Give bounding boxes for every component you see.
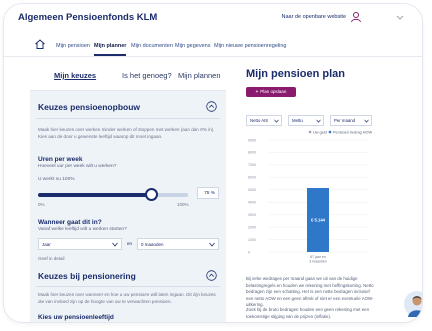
public-site-link[interactable]: Naar de openbare website <box>281 14 346 20</box>
chart-inflation-note: Zoek bij de bruto bedragen houden een ge… <box>246 307 370 319</box>
section-divider <box>36 286 220 287</box>
planner-tabs: Mijn keuzes Is het genoeg? Mijn plannen <box>30 60 226 91</box>
y-tick-label: 6000 <box>248 176 256 180</box>
y-tick-label: 1000 <box>248 238 256 242</box>
plus-icon: + <box>255 89 259 94</box>
user-icon[interactable] <box>350 11 362 23</box>
chevron-up-icon[interactable] <box>206 101 217 112</box>
select-and-label: en <box>127 241 133 246</box>
period-value: Per maand <box>334 118 356 123</box>
slider-handle[interactable] <box>144 188 158 201</box>
hours-label: Uren per week <box>38 156 83 163</box>
choices-panel: Mijn keuzes Is het genoeg? Mijn plannen … <box>30 60 226 322</box>
app-window: Algemeen Pensioenfonds KLM Naar de openb… <box>4 4 422 322</box>
y-tick-label: 2000 <box>248 225 256 229</box>
y-tick-label: 9000 <box>248 138 256 142</box>
hours-question: Hoeveel uur per week wilt u werken? <box>38 164 117 169</box>
save-plan-button[interactable]: + Plan opslaan <box>246 87 296 97</box>
home-icon[interactable] <box>34 38 46 50</box>
legend-marker <box>308 130 312 134</box>
chevron-down-icon <box>209 242 215 247</box>
start-label: Wanneer gaat dit in? <box>38 219 102 226</box>
scenario-value: Mettu <box>292 118 303 123</box>
scenario-select[interactable]: Mettu <box>288 115 324 126</box>
pension-chart-svg: Uw geld Pensioen bedrag HOW 0 1000 2000 3000 4… <box>248 130 372 264</box>
hours-percentage-field[interactable]: 75 % <box>197 187 219 199</box>
chevron-down-icon <box>316 119 321 123</box>
legend-marker <box>328 130 332 134</box>
section-description: Maak hier keuzes over werken minder werk… <box>38 127 215 139</box>
nav-item-mijn-planner[interactable]: Mijn planner <box>94 43 127 56</box>
section2-description: Maak hier keuzes over wanneer en hoe u u… <box>38 292 216 304</box>
amount-type-select[interactable]: Netto AIS <box>246 115 282 126</box>
years-select-value: Jaar <box>42 242 51 247</box>
y-tick-label: 5000 <box>248 188 256 192</box>
main-nav: Mijn pensioen Mijn planner Mijn document… <box>4 34 422 57</box>
section-title-pensioenopbouw: Keuzes pensioenopbouw <box>38 102 141 112</box>
start-question: Vanaf welke leeftijd wilt u werken start… <box>38 227 127 232</box>
tab-is-het-genoeg[interactable]: Is het genoeg? <box>122 71 172 80</box>
legend-entry: Uw geld <box>313 131 327 135</box>
detail-hint-link[interactable]: Geef in detail <box>38 256 65 261</box>
chevron-down-icon <box>274 119 279 123</box>
chart-explanation: Bij ierke wedrages per maand gaan we uit… <box>246 276 374 307</box>
slider-min-label: 0% <box>38 202 45 207</box>
section-title-pensionering: Keuzes bij pensionering <box>38 271 136 281</box>
y-tick-label: 4000 <box>248 201 256 205</box>
chevron-up-icon[interactable] <box>206 270 217 281</box>
amount-type-value: Netto AIS <box>250 118 269 123</box>
x-tick-label: 3 maanden <box>309 260 327 264</box>
years-select[interactable]: Jaar <box>38 238 122 250</box>
plan-title: Mijn pensioen plan <box>246 68 346 80</box>
chevron-down-icon <box>112 242 118 247</box>
retirement-age-label: Kies uw pensioenleeftijd <box>38 314 114 321</box>
nav-item-mijn-gegevens[interactable]: Mijn gegevens <box>175 43 210 49</box>
slider-max-label: 100% <box>177 202 189 207</box>
brand-title: Algemeen Pensioenfonds KLM <box>18 12 158 23</box>
hours-current: U werkt nu 100% <box>38 177 75 182</box>
x-tick-label: 67 jaar en <box>310 255 326 259</box>
slider-fill <box>38 193 151 197</box>
chevron-down-icon <box>364 119 369 123</box>
tab-mijn-plannen[interactable]: Mijn plannen <box>178 71 221 80</box>
tab-mijn-keuzes[interactable]: Mijn keuzes <box>54 71 96 80</box>
assistant-avatar[interactable] <box>404 291 422 317</box>
y-tick-label: 0 <box>248 250 250 254</box>
legend-entry: Pensioen bedrag HOW <box>333 131 372 135</box>
data-label: € 5.144 <box>311 217 326 222</box>
chevron-down-icon[interactable] <box>396 13 404 21</box>
top-bar: Algemeen Pensioenfonds KLM Naar de openb… <box>4 4 422 32</box>
nav-item-nieuwe-regeling[interactable]: Mijn nieuwe pensioenregeling <box>214 43 286 49</box>
nav-item-mijn-documenten[interactable]: Mijn documenten <box>131 43 173 49</box>
months-select-value: 0 maanden <box>141 242 164 247</box>
y-tick-label: 8000 <box>248 151 256 155</box>
nav-item-mijn-pensioen[interactable]: Mijn pensioen <box>56 43 90 49</box>
y-tick-label: 3000 <box>248 213 256 217</box>
pension-chart: Uw geld Pensioen bedrag HOW 0 1000 2000 3000 4… <box>246 126 372 272</box>
save-plan-label: Plan opslaan <box>260 89 287 94</box>
months-select[interactable]: 0 maanden <box>137 238 219 250</box>
y-tick-label: 7000 <box>248 163 256 167</box>
section-divider <box>36 118 220 119</box>
hours-slider[interactable] <box>38 188 188 201</box>
period-select[interactable]: Per maand <box>330 115 372 126</box>
